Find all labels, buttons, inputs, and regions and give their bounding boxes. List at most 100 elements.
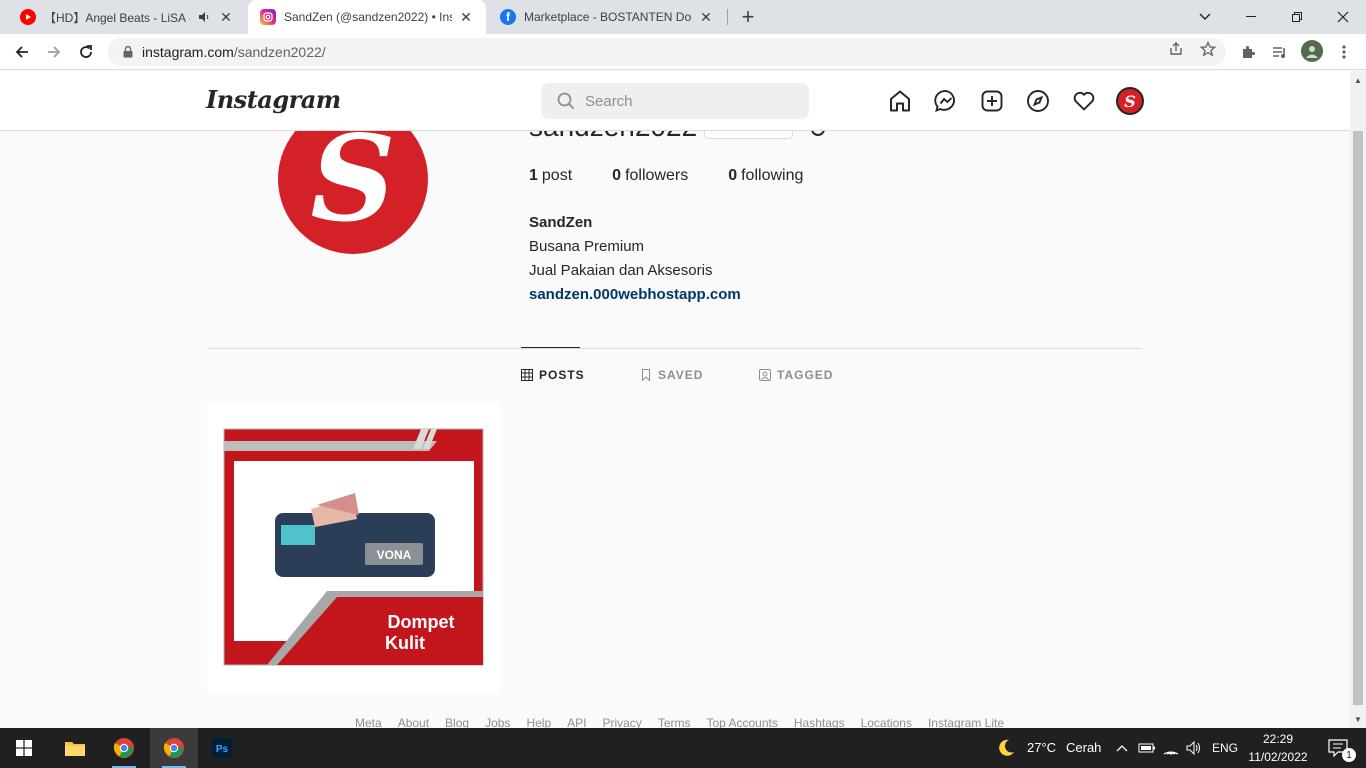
close-tab-icon[interactable]: ✕ xyxy=(458,9,474,25)
back-button[interactable] xyxy=(8,38,36,66)
avatar-letter: S xyxy=(1124,91,1136,111)
new-tab-button[interactable]: + xyxy=(736,4,760,29)
activity-heart-icon[interactable] xyxy=(1071,88,1097,114)
clock-date: 11/02/2022 xyxy=(1248,750,1308,764)
browser-menu-icon[interactable] xyxy=(1333,41,1355,63)
tab-title: Marketplace - BOSTANTEN Domp xyxy=(524,10,692,24)
photoshop-icon[interactable]: Ps xyxy=(198,728,246,768)
close-window-button[interactable] xyxy=(1320,0,1366,34)
scrollbar-thumb[interactable] xyxy=(1353,131,1363,705)
tagged-icon xyxy=(759,369,771,381)
post-thumbnail[interactable]: VONA Dompet Kulit xyxy=(207,401,500,694)
instagram-header: Instagram S xyxy=(0,71,1350,131)
active-tab-indicator xyxy=(521,347,580,348)
browser-tab-strip: 【HD】Angel Beats - LiSA - 一番 ✕ SandZen (@… xyxy=(0,0,1366,34)
profile-divider xyxy=(207,348,1142,349)
profile-bio: SandZen Busana Premium Jual Pakaian dan … xyxy=(529,211,741,307)
footer-link[interactable]: Top Accounts xyxy=(706,716,777,728)
address-bar[interactable]: instagram.com/sandzen2022/ xyxy=(108,38,1226,66)
notification-center-icon[interactable]: 1 xyxy=(1318,728,1358,768)
file-explorer-icon[interactable] xyxy=(51,728,99,768)
tab-youtube[interactable]: 【HD】Angel Beats - LiSA - 一番 ✕ xyxy=(8,0,246,34)
footer-link[interactable]: API xyxy=(567,716,586,728)
browser-toolbar: instagram.com/sandzen2022/ xyxy=(0,34,1366,70)
search-input[interactable] xyxy=(585,92,785,110)
footer-link[interactable]: About xyxy=(398,716,429,728)
followers-count[interactable]: 0 followers xyxy=(612,167,688,185)
post-caption-line: Kulit xyxy=(385,633,425,653)
wifi-icon[interactable] xyxy=(1160,728,1182,768)
search-icon xyxy=(557,92,575,110)
url-path: /sandzen2022/ xyxy=(233,44,326,60)
volume-icon[interactable] xyxy=(1183,728,1205,768)
footer-link[interactable]: Locations xyxy=(861,716,912,728)
tab-search-chevron-icon[interactable] xyxy=(1182,0,1228,34)
footer-link[interactable]: Blog xyxy=(445,716,469,728)
footer-link[interactable]: Hashtags xyxy=(794,716,845,728)
scroll-up-arrow-icon[interactable]: ▲ xyxy=(1353,75,1363,85)
url-text[interactable]: instagram.com/sandzen2022/ xyxy=(142,44,326,60)
footer-link[interactable]: Terms xyxy=(658,716,691,728)
scroll-down-arrow-icon[interactable]: ▼ xyxy=(1353,714,1363,724)
page-footer: Meta About Blog Jobs Help API Privacy Terms Top … xyxy=(355,716,1004,728)
url-host: instagram.com xyxy=(142,44,234,60)
footer-link[interactable]: Privacy xyxy=(602,716,641,728)
restore-button[interactable] xyxy=(1274,0,1320,34)
wallet-product-image: VONA Dompet Kulit xyxy=(207,401,500,694)
tray-chevron-up-icon[interactable] xyxy=(1112,728,1132,768)
profile-avatar-icon[interactable] xyxy=(1301,40,1323,62)
speaker-icon[interactable] xyxy=(196,9,212,25)
facebook-icon: f xyxy=(500,9,516,25)
share-icon[interactable] xyxy=(1167,40,1185,58)
footer-link[interactable]: Instagram Lite xyxy=(928,716,1004,728)
tab-title: 【HD】Angel Beats - LiSA - 一番 xyxy=(44,10,190,25)
home-icon[interactable] xyxy=(887,88,913,114)
tab-separator xyxy=(727,9,728,25)
bookmark-star-icon[interactable] xyxy=(1199,40,1217,58)
system-clock[interactable]: 22:29 11/02/2022 xyxy=(1240,730,1316,766)
grid-icon xyxy=(521,369,533,381)
post-caption-line: Dompet xyxy=(388,612,455,632)
tab-tagged[interactable]: TAGGED xyxy=(759,368,833,382)
language-indicator[interactable]: ENG xyxy=(1212,741,1238,755)
chrome-icon[interactable] xyxy=(100,728,148,768)
tab-posts[interactable]: POSTS xyxy=(521,368,585,382)
close-tab-icon[interactable]: ✕ xyxy=(218,9,234,25)
youtube-icon xyxy=(20,9,36,25)
new-post-icon[interactable] xyxy=(979,88,1005,114)
footer-link[interactable]: Jobs xyxy=(485,716,510,728)
bookmark-icon xyxy=(642,369,650,381)
following-count[interactable]: 0 following xyxy=(728,167,803,185)
tab-instagram[interactable]: SandZen (@sandzen2022) • Insta ✕ xyxy=(248,0,486,34)
forward-button[interactable] xyxy=(40,38,68,66)
instagram-logo[interactable]: Instagram xyxy=(206,85,341,114)
tab-title: SandZen (@sandzen2022) • Insta xyxy=(284,10,452,24)
profile-avatar-nav[interactable]: S xyxy=(1116,87,1144,115)
footer-link[interactable]: Help xyxy=(526,716,551,728)
profile-website-link[interactable]: sandzen.000webhostapp.com xyxy=(529,283,741,307)
explore-compass-icon[interactable] xyxy=(1025,88,1051,114)
avatar-letter: S xyxy=(310,109,396,248)
page-scrollbar[interactable]: ▲ ▼ xyxy=(1350,71,1366,728)
bio-line: Busana Premium xyxy=(529,238,645,255)
windows-start-icon[interactable] xyxy=(0,728,48,768)
extensions-puzzle-icon[interactable] xyxy=(1237,41,1259,63)
tab-label: TAGGED xyxy=(777,368,834,382)
chrome-profile-icon[interactable] xyxy=(150,728,198,768)
lock-icon[interactable] xyxy=(120,44,136,60)
reload-button[interactable] xyxy=(72,38,100,66)
messenger-icon[interactable] xyxy=(933,88,959,114)
weather-desc[interactable]: Cerah xyxy=(1066,740,1101,755)
weather-temp[interactable]: 27°C xyxy=(1027,740,1056,755)
tab-facebook[interactable]: f Marketplace - BOSTANTEN Domp ✕ xyxy=(488,0,726,34)
footer-link[interactable]: Meta xyxy=(355,716,382,728)
weather-moon-icon[interactable] xyxy=(984,728,1028,768)
posts-count: 1 post xyxy=(529,167,573,184)
close-tab-icon[interactable]: ✕ xyxy=(698,9,714,25)
tab-saved[interactable]: SAVED xyxy=(640,368,703,382)
search-box[interactable] xyxy=(541,83,809,119)
minimize-button[interactable] xyxy=(1228,0,1274,34)
media-queue-icon[interactable] xyxy=(1269,41,1291,63)
battery-icon[interactable] xyxy=(1136,728,1158,768)
tab-label: POSTS xyxy=(539,368,585,382)
